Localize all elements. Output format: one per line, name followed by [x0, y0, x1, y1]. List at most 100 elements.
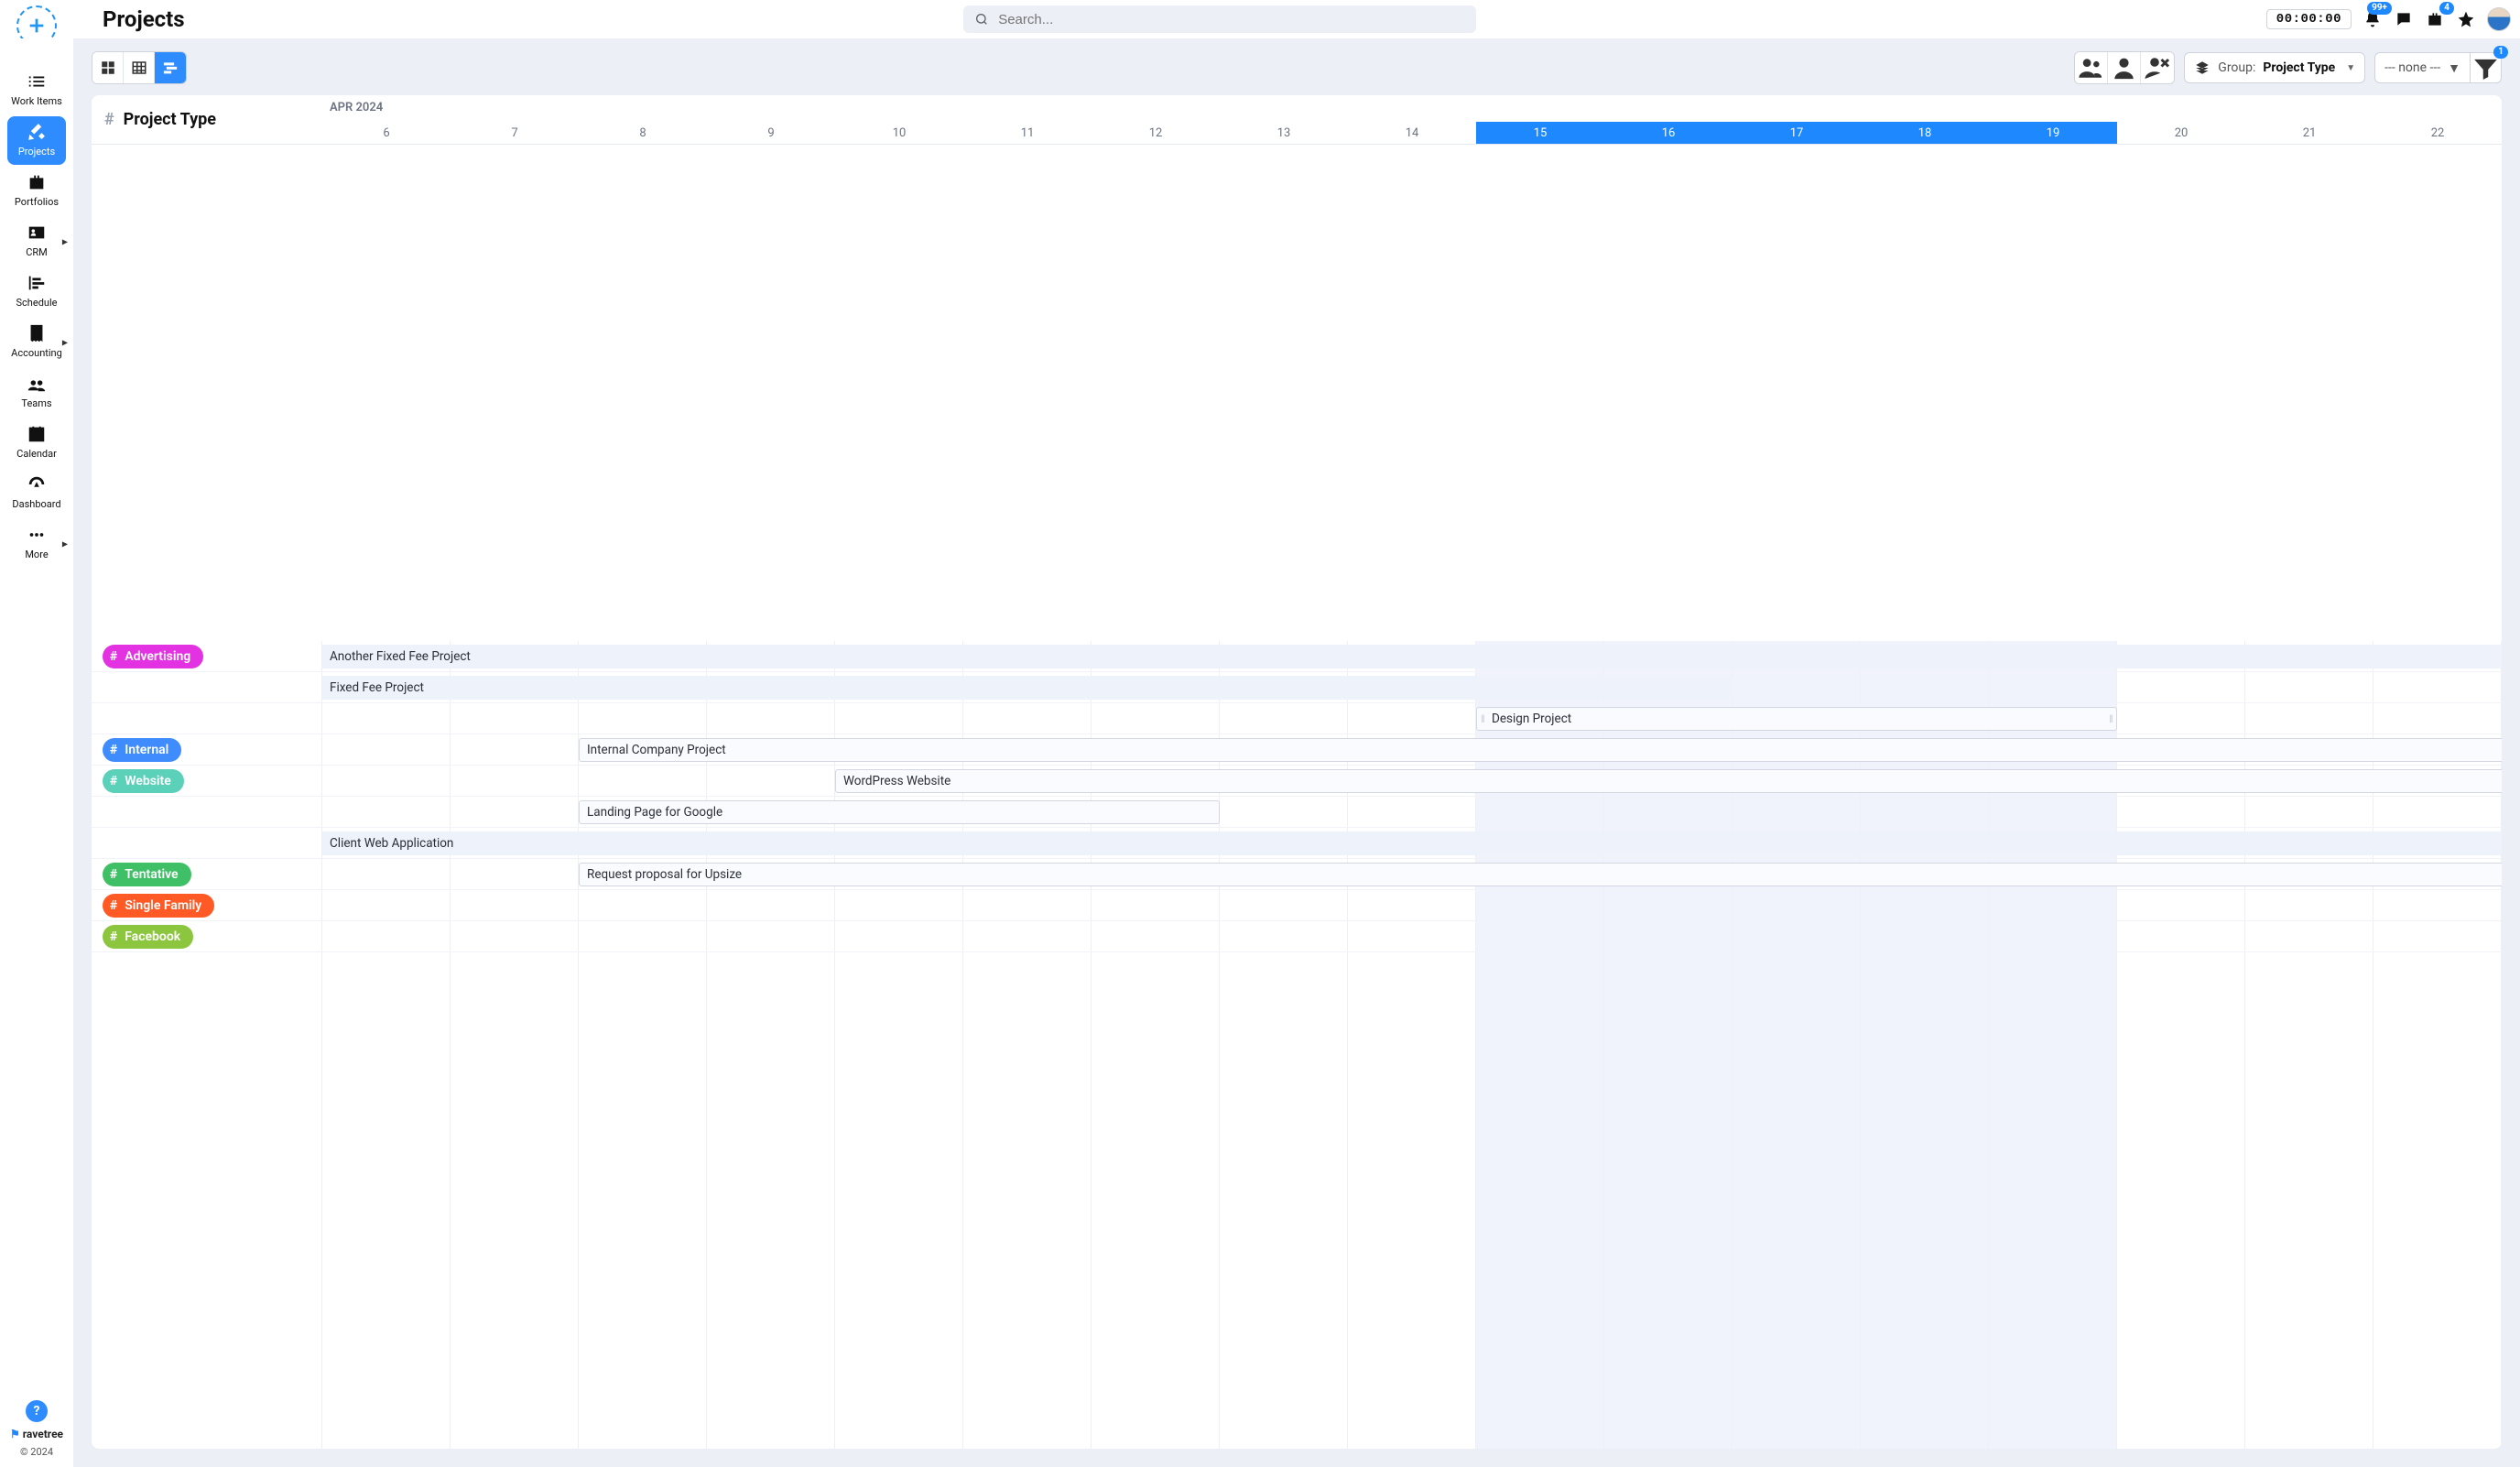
gantt-bar[interactable]: Fixed Fee Project [322, 676, 1732, 700]
group-tag[interactable]: #Internal [103, 738, 181, 762]
briefcase-button[interactable]: 4 [2425, 9, 2445, 29]
people-filter [2074, 51, 2175, 84]
gantt-bar-label: Design Project [1492, 712, 1571, 726]
gantt-bar[interactable]: || Design Project || [1476, 707, 2117, 731]
hash-icon: # [110, 929, 117, 944]
gauge-icon [27, 474, 47, 494]
gantt-bar[interactable]: Internal Company Project [579, 738, 2502, 762]
search-icon [974, 12, 989, 27]
day-cell[interactable]: 11 [963, 122, 1092, 144]
day-cell[interactable]: 17 [1732, 122, 1861, 144]
view-card-button[interactable] [92, 52, 124, 83]
copyright: © 2024 [20, 1446, 53, 1458]
timeline-view-icon [162, 60, 179, 76]
filter-button[interactable]: 1 [2471, 52, 2502, 83]
gantt-bar[interactable]: Client Web Application [322, 831, 2502, 855]
person-remove-icon [2141, 51, 2174, 84]
gantt-bar-label: Internal Company Project [587, 743, 726, 757]
left-nav-footer: ? ⚑ravetree © 2024 [10, 1400, 63, 1467]
group-tag[interactable]: #Tentative [103, 863, 191, 886]
timer[interactable]: 00:00:00 [2266, 9, 2352, 29]
view-timeline-button[interactable] [155, 52, 186, 83]
day-cell[interactable]: 20 [2117, 122, 2245, 144]
gantt-bar[interactable]: Landing Page for Google [579, 800, 1220, 824]
table-view-icon [131, 60, 147, 76]
day-cell[interactable]: 18 [1861, 122, 1989, 144]
nav-item-crm[interactable]: CRM ▶ [7, 217, 66, 266]
nav-label: More [25, 549, 48, 560]
chat-button[interactable] [2394, 9, 2414, 29]
nav-item-work-items[interactable]: Work Items [7, 66, 66, 114]
nav-label: Projects [18, 146, 55, 158]
nav-item-portfolios[interactable]: Portfolios [7, 167, 66, 215]
nav-item-more[interactable]: More ▶ [7, 519, 66, 568]
phase-select[interactable]: --- none --- ▼ [2374, 52, 2471, 83]
nav-item-calendar[interactable]: Calendar [7, 418, 66, 467]
day-cell[interactable]: 22 [2373, 122, 2502, 144]
group-tag[interactable]: #Website [103, 769, 184, 793]
gantt-bar-label: Client Web Application [330, 836, 453, 851]
gantt-bar[interactable]: Another Fixed Fee Project [322, 645, 2502, 668]
nav-item-dashboard[interactable]: Dashboard [7, 469, 66, 517]
group-select[interactable]: Group: Project Type ▼ [2184, 52, 2365, 83]
caret-icon: ▶ [62, 338, 68, 346]
gantt-bar-label: WordPress Website [843, 774, 950, 788]
gantt-group-header: # Project Type [92, 95, 322, 145]
caret-icon: ▶ [62, 237, 68, 245]
view-table-button[interactable] [124, 52, 155, 83]
help-button[interactable]: ? [26, 1400, 48, 1422]
people-single-button[interactable] [2108, 52, 2141, 83]
group-tag[interactable]: #Advertising [103, 645, 203, 668]
nav-label: Work Items [11, 95, 62, 107]
day-cell[interactable]: 15 [1476, 122, 1604, 144]
hash-icon: # [110, 743, 117, 757]
day-cell[interactable]: 21 [2245, 122, 2373, 144]
star-icon [2457, 10, 2475, 28]
gantt-left-body: #Advertising#Internal#Website#Tentative#… [92, 641, 322, 1449]
day-cell[interactable]: 16 [1604, 122, 1732, 144]
nav-item-schedule[interactable]: Schedule [7, 267, 66, 316]
people-all-button[interactable] [2075, 52, 2108, 83]
nav-item-teams[interactable]: Teams [7, 368, 66, 417]
gantt-panel: # Project Type APR 2024 6789101112131415… [92, 95, 2502, 1449]
group-tag[interactable]: # Facebook [103, 925, 193, 949]
gantt-timeline-header: APR 2024 678910111213141516171819202122 [322, 95, 2502, 145]
group-value: Project Type [2263, 60, 2335, 75]
page-title: Projects [103, 6, 185, 32]
day-cell[interactable]: 8 [579, 122, 707, 144]
day-cell[interactable]: 13 [1220, 122, 1348, 144]
group-tag-label: Facebook [125, 929, 180, 944]
nav-label: Accounting [11, 347, 62, 359]
day-cell[interactable]: 19 [1989, 122, 2117, 144]
day-cell[interactable]: 6 [322, 122, 451, 144]
nav-item-accounting[interactable]: Accounting ▶ [7, 318, 66, 366]
gantt-right-body[interactable]: Another Fixed Fee Project Fixed Fee Proje… [322, 641, 2502, 1449]
nav-item-projects[interactable]: Projects [7, 116, 66, 165]
day-cell[interactable]: 12 [1092, 122, 1220, 144]
day-cell[interactable]: 10 [835, 122, 963, 144]
people-remove-button[interactable] [2141, 52, 2174, 83]
nav-label: CRM [26, 246, 48, 258]
hash-icon: # [104, 110, 114, 129]
favorites-button[interactable] [2456, 9, 2476, 29]
user-avatar[interactable] [2487, 7, 2511, 31]
calendar-icon [27, 424, 47, 444]
resize-handle-right[interactable]: || [2107, 711, 2114, 727]
nav-label: Schedule [16, 297, 58, 309]
left-nav: Work Items Projects Portfolios CRM ▶ Sch… [0, 38, 73, 1467]
gantt-bar[interactable]: Request proposal for Upsize [579, 863, 2502, 886]
notifications-button[interactable]: 99+ [2362, 9, 2383, 29]
topbar: Projects 00:00:00 99+ 4 [0, 0, 2520, 38]
gantt-bar[interactable]: WordPress Website [835, 769, 2502, 793]
day-cell[interactable]: 7 [451, 122, 579, 144]
group-tag-label: Website [125, 774, 171, 788]
phase-filter-combo: --- none --- ▼ 1 [2374, 52, 2502, 83]
day-cell[interactable]: 9 [707, 122, 835, 144]
toolbar: Group: Project Type ▼ --- none --- ▼ 1 [92, 51, 2502, 84]
group-tag[interactable]: #Single Family [103, 894, 214, 918]
resize-handle-left[interactable]: || [1479, 711, 1486, 727]
filter-count-badge: 1 [2493, 46, 2508, 59]
search-input[interactable] [998, 12, 1465, 27]
day-cell[interactable]: 14 [1348, 122, 1476, 144]
search-box[interactable] [963, 5, 1476, 33]
